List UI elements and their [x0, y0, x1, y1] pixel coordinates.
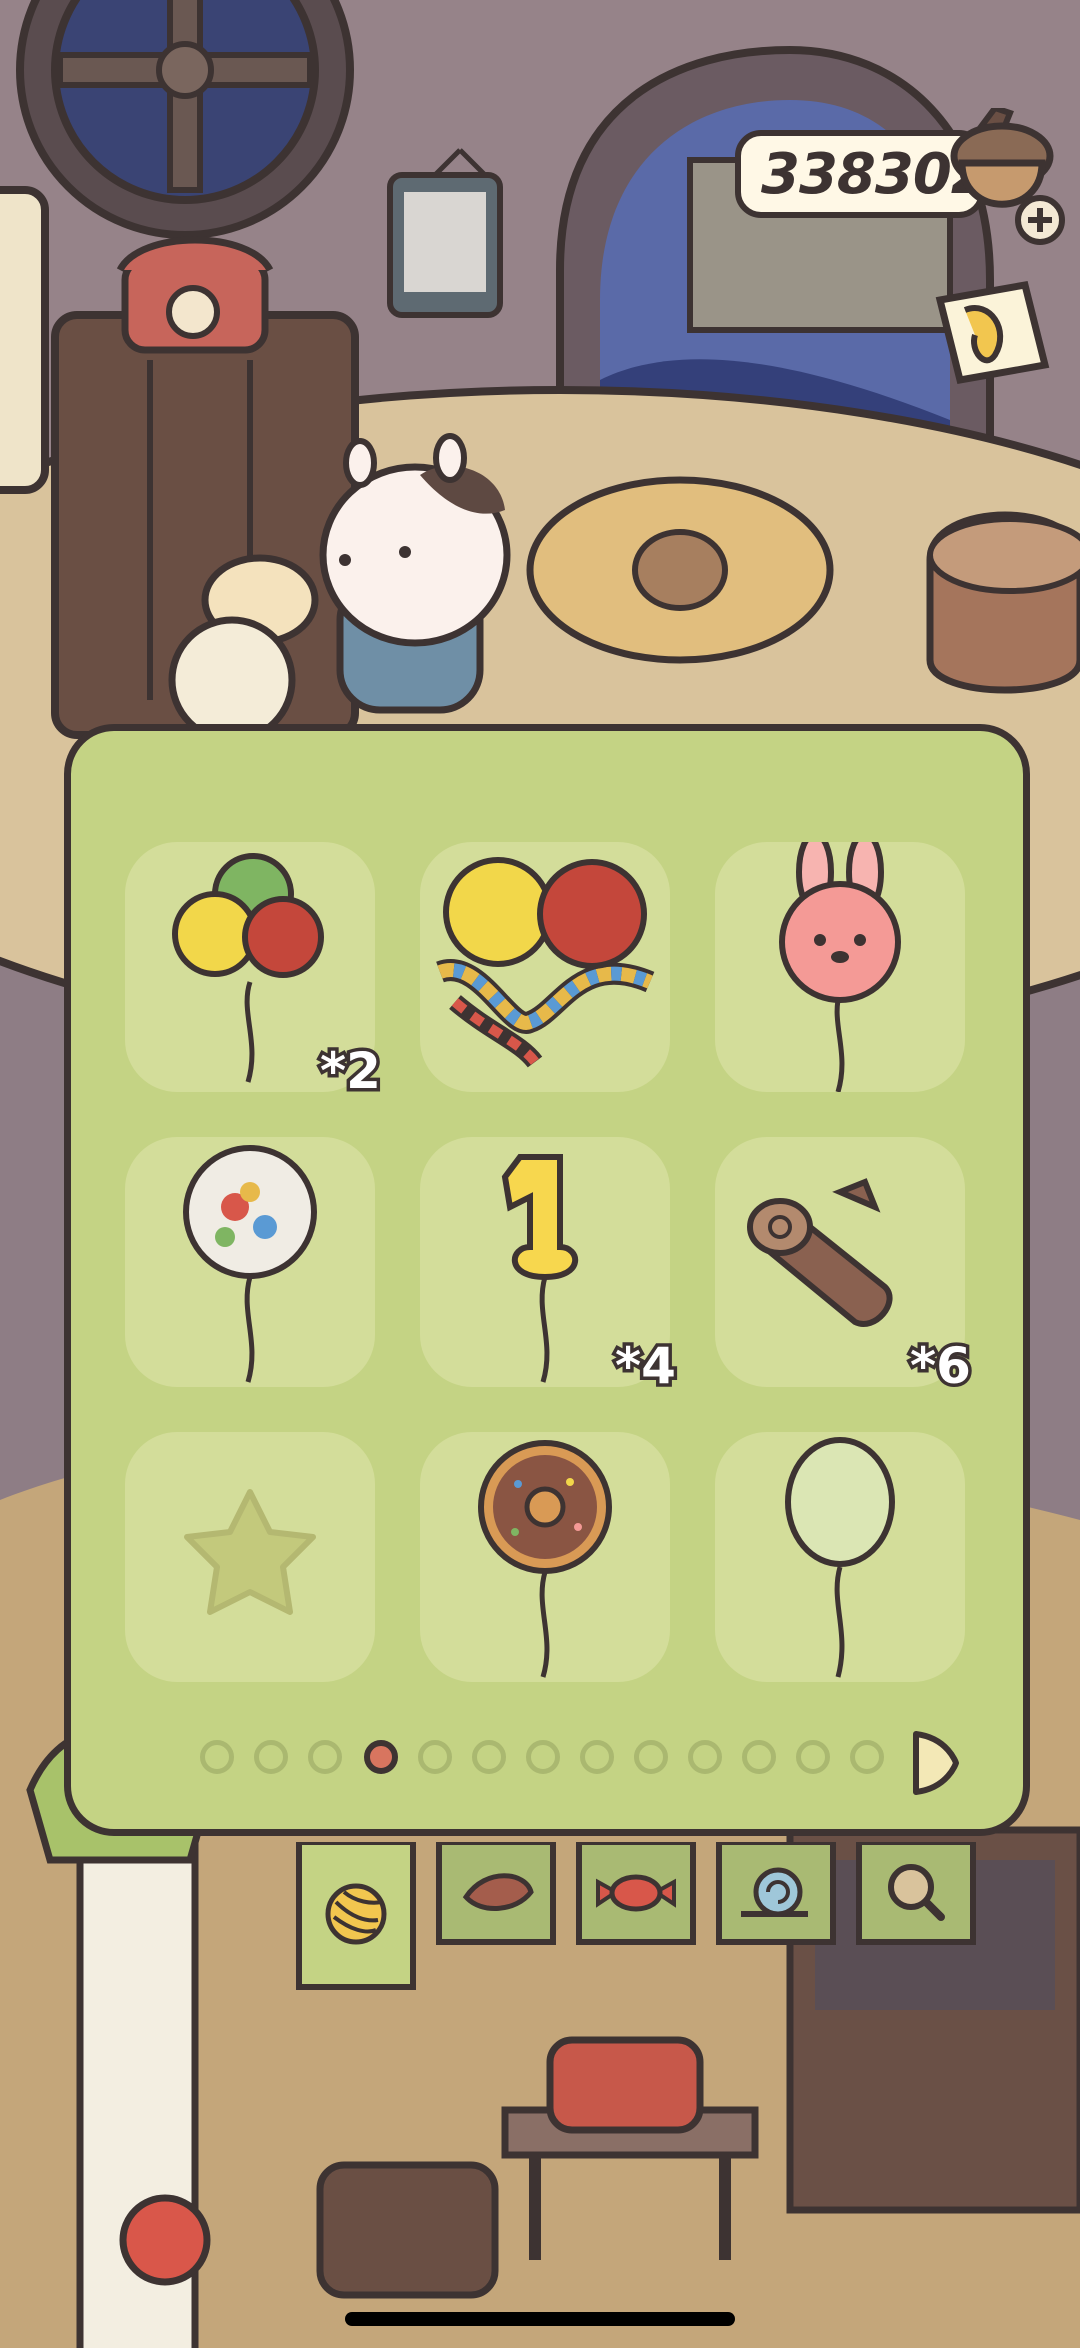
- page-dot[interactable]: [472, 1740, 506, 1774]
- inventory-slot-bunny-balloon[interactable]: [715, 842, 965, 1092]
- page-dot[interactable]: [796, 1740, 830, 1774]
- clear-balloon-icon: [183, 1145, 317, 1383]
- inventory-slot-balloon-bunch[interactable]: *2: [125, 842, 384, 1104]
- page-dot[interactable]: [580, 1740, 614, 1774]
- page-dot[interactable]: [200, 1740, 234, 1774]
- tab-leaf[interactable]: [436, 1839, 556, 1947]
- tab-yarn[interactable]: [296, 1839, 416, 1992]
- inventory-slot-donut-balloon[interactable]: [420, 1432, 670, 1682]
- home-indicator[interactable]: [345, 2312, 735, 2326]
- ticket-icon: [935, 280, 1050, 385]
- inventory-slot-paper-chain-balloons[interactable]: [420, 842, 670, 1092]
- page-dot[interactable]: [254, 1740, 288, 1774]
- inventory-slot-log[interactable]: *6: [715, 1137, 974, 1399]
- cow-character: [319, 433, 511, 714]
- bunny-balloon-icon: [779, 842, 901, 1092]
- tab-snail[interactable]: [716, 1839, 836, 1947]
- inventory-slot-clear-balloon[interactable]: [125, 1137, 375, 1387]
- tab-search[interactable]: [856, 1839, 976, 1947]
- page-dot[interactable]: [526, 1740, 560, 1774]
- inventory-slot-number-one-balloon[interactable]: *4: [420, 1137, 679, 1399]
- telephone: [116, 236, 274, 354]
- page-dot[interactable]: [418, 1740, 452, 1774]
- page-dot[interactable]: [742, 1740, 776, 1774]
- paper-chain-balloons-icon: [436, 857, 655, 1068]
- yarn-ball-icon: [325, 1883, 387, 1945]
- donut-balloon-icon: [478, 1440, 612, 1678]
- inventory-slot-star-balloon-locked[interactable]: [125, 1432, 375, 1682]
- page-dot[interactable]: [308, 1740, 342, 1774]
- chevron-right-icon: [913, 1731, 959, 1795]
- next-page-button[interactable]: [908, 1728, 962, 1798]
- wall-calendar: [387, 148, 503, 318]
- add-acorns-button[interactable]: [940, 104, 1070, 248]
- plus-icon: [1015, 195, 1065, 245]
- acorn-icon: [950, 104, 1054, 208]
- page-dot-active[interactable]: [364, 1740, 398, 1774]
- page-dot[interactable]: [850, 1740, 884, 1774]
- page-dot[interactable]: [688, 1740, 722, 1774]
- tab-candy[interactable]: [576, 1839, 696, 1947]
- item-count: *4: [612, 1334, 680, 1399]
- item-count: *2: [317, 1039, 385, 1104]
- inventory-slot-green-balloon[interactable]: [715, 1432, 965, 1682]
- star-balloon-icon: [184, 1489, 316, 1615]
- item-count: *6: [907, 1334, 975, 1399]
- green-balloon-icon: [785, 1437, 895, 1678]
- ticket-button[interactable]: [930, 270, 1060, 390]
- page-dot[interactable]: [634, 1740, 668, 1774]
